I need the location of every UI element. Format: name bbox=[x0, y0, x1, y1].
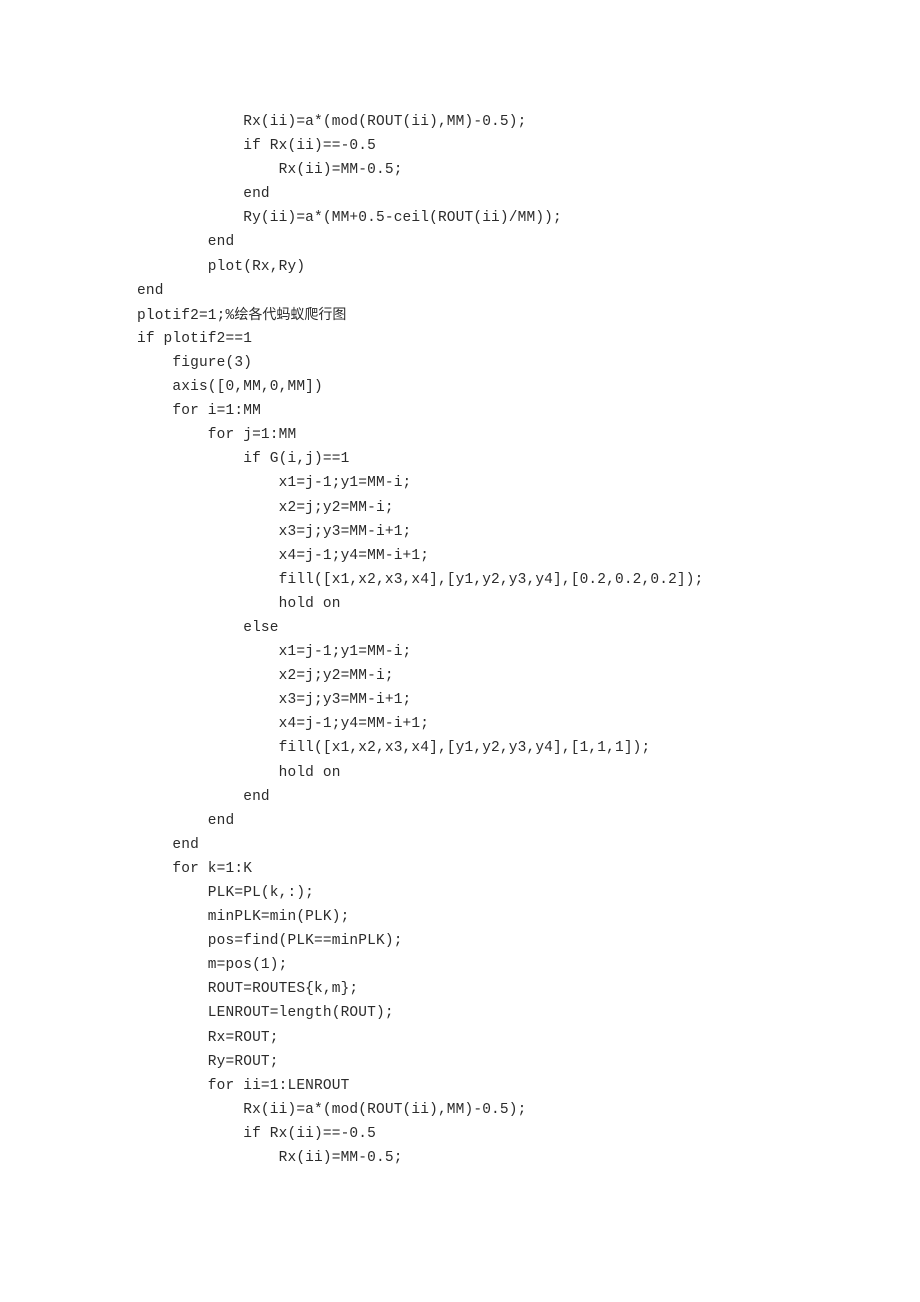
code-line: axis([0,MM,0,MM]) bbox=[137, 379, 323, 396]
code-line: plotif2=1;%绘各代蚂蚁爬行图 bbox=[137, 306, 347, 324]
code-line: fill([x1,x2,x3,x4],[y1,y2,y3,y4],[1,1,1]… bbox=[137, 740, 651, 757]
code-line: figure(3) bbox=[137, 354, 253, 371]
code-line: plot(Rx,Ry) bbox=[137, 258, 306, 275]
code-line: end bbox=[137, 812, 235, 829]
code-line: end bbox=[137, 788, 270, 805]
code-line: Ry=ROUT; bbox=[137, 1053, 279, 1070]
code-line: x4=j-1;y4=MM-i+1; bbox=[137, 547, 430, 564]
code-line: end bbox=[137, 836, 199, 853]
code-line: PLK=PL(k,:); bbox=[137, 885, 315, 901]
code-line: for i=1:MM bbox=[137, 403, 261, 420]
code-line: if plotif2==1 bbox=[137, 330, 253, 347]
code-line: x1=j-1;y1=MM-i; bbox=[137, 644, 412, 661]
code-line: Rx(ii)=MM-0.5; bbox=[137, 162, 403, 179]
code-line: for k=1:K bbox=[137, 860, 253, 877]
code-line: if Rx(ii)==-0.5 bbox=[137, 1125, 376, 1142]
code-line: x4=j-1;y4=MM-i+1; bbox=[137, 716, 430, 733]
document-page: Rx(ii)=a*(mod(ROUT(ii),MM)-0.5); if Rx(i… bbox=[0, 0, 920, 1302]
code-line: end bbox=[137, 186, 270, 203]
code-line: pos=find(PLK==minPLK); bbox=[137, 933, 403, 950]
code-line: if Rx(ii)==-0.5 bbox=[137, 138, 376, 155]
code-line: Rx(ii)=MM-0.5; bbox=[137, 1150, 403, 1167]
code-line: end bbox=[137, 282, 164, 299]
code-line: ROUT=ROUTES{k,m}; bbox=[137, 981, 359, 998]
code-line: x2=j;y2=MM-i; bbox=[137, 499, 394, 516]
code-line: Rx(ii)=a*(mod(ROUT(ii),MM)-0.5); bbox=[137, 1101, 527, 1118]
code-line: x1=j-1;y1=MM-i; bbox=[137, 475, 412, 492]
code-line: end bbox=[137, 234, 235, 251]
cjk-comment-text: 绘各代蚂蚁爬行图 bbox=[234, 306, 347, 323]
code-line: minPLK=min(PLK); bbox=[137, 909, 350, 926]
code-line: hold on bbox=[137, 764, 341, 781]
code-line: LENROUT=length(ROUT); bbox=[137, 1005, 394, 1022]
code-line: for ii=1:LENROUT bbox=[137, 1077, 350, 1094]
code-line: Rx=ROUT; bbox=[137, 1029, 279, 1046]
code-line: x3=j;y3=MM-i+1; bbox=[137, 523, 412, 540]
code-line: hold on bbox=[137, 595, 341, 612]
code-line: x3=j;y3=MM-i+1; bbox=[137, 692, 412, 709]
code-line: x2=j;y2=MM-i; bbox=[137, 668, 394, 685]
code-line: Ry(ii)=a*(MM+0.5-ceil(ROUT(ii)/MM)); bbox=[137, 210, 562, 227]
code-listing: Rx(ii)=a*(mod(ROUT(ii),MM)-0.5); if Rx(i… bbox=[137, 110, 877, 1170]
code-line: for j=1:MM bbox=[137, 427, 297, 444]
code-line: fill([x1,x2,x3,x4],[y1,y2,y3,y4],[0.2,0.… bbox=[137, 571, 704, 588]
code-line: else bbox=[137, 619, 279, 636]
code-line: m=pos(1); bbox=[137, 957, 288, 974]
code-line: Rx(ii)=a*(mod(ROUT(ii),MM)-0.5); bbox=[137, 114, 527, 130]
code-line: if G(i,j)==1 bbox=[137, 451, 350, 468]
